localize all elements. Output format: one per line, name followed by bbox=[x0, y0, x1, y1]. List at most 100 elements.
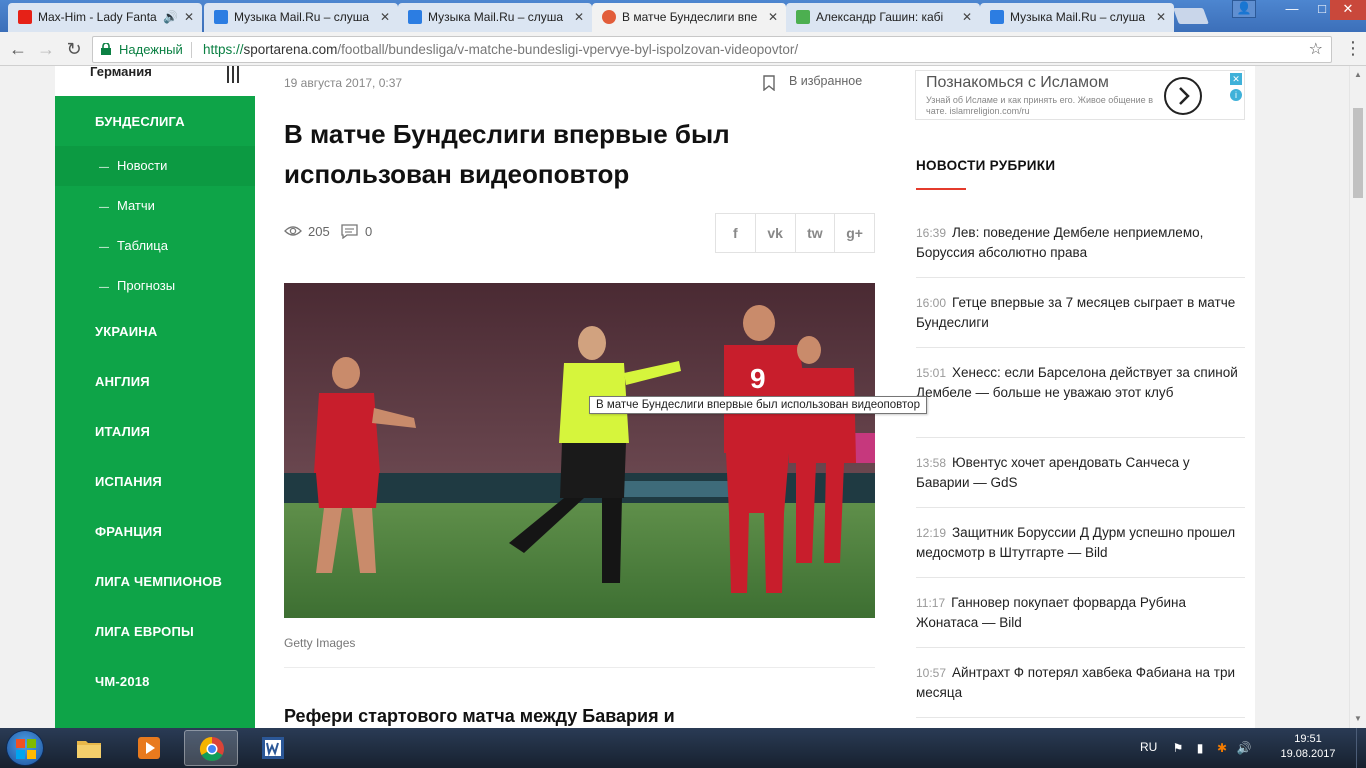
news-time: 15:01 bbox=[916, 366, 947, 380]
close-window-button[interactable]: ✕ bbox=[1330, 0, 1366, 20]
network-icon[interactable]: ▮ bbox=[1192, 741, 1208, 755]
ad-info-icon[interactable]: i bbox=[1230, 89, 1242, 101]
forward-arrow-icon[interactable]: → bbox=[34, 37, 58, 61]
tab-sportarena[interactable]: В матче Бундеслиги впе ✕ bbox=[592, 3, 786, 32]
news-item[interactable]: 16:39 Лев: поведение Дембеле неприемлемо,… bbox=[916, 208, 1245, 278]
facebook-share-button[interactable]: f bbox=[716, 214, 756, 252]
news-headline[interactable]: Ганновер покупает форварда Рубина Жоната… bbox=[916, 595, 1186, 630]
add-to-favorites-link[interactable]: В избранное bbox=[763, 74, 862, 91]
close-icon[interactable]: ✕ bbox=[574, 3, 584, 31]
country-selector[interactable]: Германия bbox=[55, 66, 255, 96]
nav-sub-news[interactable]: Новости bbox=[55, 146, 255, 186]
nav-england[interactable]: АНГЛИЯ bbox=[95, 374, 255, 389]
nav-spain[interactable]: ИСПАНИЯ bbox=[95, 474, 255, 489]
close-icon[interactable]: ✕ bbox=[184, 3, 194, 31]
tab-mail-music-1[interactable]: Музыка Mail.Ru – слуша ✕ bbox=[204, 3, 398, 32]
tab-mail-music-2[interactable]: Музыка Mail.Ru – слуша ✕ bbox=[398, 3, 592, 32]
scroll-up-arrow-icon[interactable]: ▲ bbox=[1353, 70, 1363, 79]
news-headline[interactable]: Гетце впервые за 7 месяцев сыграет в мат… bbox=[916, 295, 1235, 330]
reload-icon[interactable]: ↻ bbox=[62, 37, 86, 61]
comments-count: 0 bbox=[365, 224, 373, 239]
tab-gashin[interactable]: Александр Гашин: кабі ✕ bbox=[786, 3, 980, 32]
news-item[interactable]: 15:01 Хенесс: если Барселона действует за… bbox=[916, 348, 1245, 438]
media-player-taskbar-button[interactable] bbox=[122, 730, 176, 766]
scroll-down-arrow-icon[interactable]: ▼ bbox=[1353, 714, 1363, 723]
volume-icon[interactable]: 🔊 bbox=[1236, 741, 1252, 755]
article-photo: 9 bbox=[284, 283, 875, 618]
system-clock[interactable]: 19:51 19.08.2017 bbox=[1278, 732, 1338, 762]
nav-bundesliga[interactable]: БУНДЕСЛИГА bbox=[95, 114, 255, 129]
tab-mail-music-3[interactable]: Музыка Mail.Ru – слуша ✕ bbox=[980, 3, 1174, 32]
news-headline[interactable]: Айнтрахт Ф потерял хавбека Фабиана на тр… bbox=[916, 665, 1235, 700]
twitter-share-button[interactable]: tw bbox=[796, 214, 836, 252]
folder-icon bbox=[77, 741, 101, 758]
explorer-taskbar-button[interactable] bbox=[62, 730, 116, 766]
browser-menu-icon[interactable]: ⋮ bbox=[1344, 38, 1362, 60]
news-item[interactable]: 11:17 Ганновер покупает форварда Рубина Ж… bbox=[916, 578, 1245, 648]
news-item[interactable]: 16:00 Гетце впервые за 7 месяцев сыграет … bbox=[916, 278, 1245, 348]
word-icon bbox=[262, 737, 284, 759]
back-arrow-icon[interactable]: ← bbox=[6, 37, 30, 61]
tab-youtube[interactable]: Max-Him - Lady Fanta 🔊 ✕ bbox=[8, 3, 202, 32]
news-time: 11:17 bbox=[916, 596, 946, 610]
heading-accent-bar bbox=[916, 188, 966, 190]
flag-icon[interactable]: ⚑ bbox=[1170, 741, 1186, 755]
news-headline[interactable]: Лев: поведение Дембеле неприемлемо, Бору… bbox=[916, 225, 1203, 260]
nav-ukraine[interactable]: УКРАИНА bbox=[95, 324, 255, 339]
nav-france[interactable]: ФРАНЦИЯ bbox=[95, 524, 255, 539]
ad-banner[interactable]: Познакомься с Исламом Узнай об Исламе и … bbox=[915, 70, 1245, 120]
share-buttons: f vk tw g+ bbox=[715, 213, 875, 253]
nav-sub-predictions[interactable]: Прогнозы bbox=[55, 266, 255, 306]
ad-domain: islamreligion.com/ru bbox=[949, 106, 1030, 116]
word-taskbar-button[interactable] bbox=[246, 730, 300, 766]
nav-world-cup-2018[interactable]: ЧМ-2018 bbox=[95, 674, 255, 689]
svg-text:9: 9 bbox=[750, 363, 766, 394]
close-icon[interactable]: ✕ bbox=[1156, 3, 1166, 31]
ad-close-icon[interactable]: ✕ bbox=[1230, 73, 1242, 85]
menu-bars-icon[interactable] bbox=[227, 66, 241, 84]
chevron-right-icon[interactable] bbox=[1164, 77, 1202, 115]
nav-sub-table[interactable]: Таблица bbox=[55, 226, 255, 266]
avast-icon[interactable]: ✱ bbox=[1214, 741, 1230, 755]
nav-champions-league[interactable]: ЛИГА ЧЕМПИОНОВ bbox=[95, 574, 255, 589]
nav-italy[interactable]: ИТАЛИЯ bbox=[95, 424, 255, 439]
vk-share-button[interactable]: vk bbox=[756, 214, 796, 252]
news-time: 10:57 bbox=[916, 666, 947, 680]
page-scrollbar[interactable]: ▲ ▼ bbox=[1349, 66, 1366, 728]
nav-europa-league[interactable]: ЛИГА ЕВРОПЫ bbox=[95, 624, 255, 639]
green-page-icon bbox=[796, 10, 810, 24]
news-item[interactable]: 12:19 Защитник Боруссии Д Дурм успешно пр… bbox=[916, 508, 1245, 578]
views-count: 205 bbox=[308, 224, 330, 239]
url-text[interactable]: https://sportarena.com/football/bundesli… bbox=[203, 37, 798, 62]
user-profile-icon[interactable]: 👤 bbox=[1232, 0, 1256, 18]
address-bar[interactable]: Надежный https://sportarena.com/football… bbox=[92, 36, 1332, 63]
close-icon[interactable]: ✕ bbox=[380, 3, 390, 31]
lock-icon bbox=[101, 43, 111, 55]
article-lead: Рефери стартового матча между Бавария и bbox=[284, 706, 675, 726]
ad-subtitle: Узнай об Исламе и как принять его. Живое… bbox=[926, 95, 1166, 117]
rubric-news-list: 16:39 Лев: поведение Дембеле неприемлемо,… bbox=[916, 208, 1245, 718]
speaker-icon[interactable]: 🔊 bbox=[163, 3, 178, 31]
rubric-news-heading: НОВОСТИ РУБРИКИ bbox=[916, 158, 1056, 173]
google-plus-share-button[interactable]: g+ bbox=[835, 214, 874, 252]
news-headline[interactable]: Хенесс: если Барселона действует за спин… bbox=[916, 365, 1238, 400]
scrollbar-thumb[interactable] bbox=[1353, 108, 1363, 198]
show-desktop-button[interactable] bbox=[1356, 728, 1366, 768]
windows-logo-icon bbox=[16, 739, 36, 759]
browser-tab-strip: Max-Him - Lady Fanta 🔊 ✕ Музыка Mail.Ru … bbox=[0, 0, 1366, 32]
input-language-indicator[interactable]: RU bbox=[1140, 740, 1157, 754]
start-button[interactable] bbox=[6, 730, 44, 766]
news-item[interactable]: 10:57 Айнтрахт Ф потерял хавбека Фабиана … bbox=[916, 648, 1245, 718]
news-item[interactable]: 13:58 Ювентус хочет арендовать Санчеса у … bbox=[916, 438, 1245, 508]
nav-sub-matches[interactable]: Матчи bbox=[55, 186, 255, 226]
bookmark-star-icon[interactable]: ☆ bbox=[1309, 37, 1323, 62]
new-tab-button[interactable] bbox=[1173, 8, 1209, 24]
image-tooltip: В матче Бундеслиги впервые был использов… bbox=[589, 396, 927, 414]
chrome-taskbar-button[interactable] bbox=[184, 730, 238, 766]
news-headline[interactable]: Защитник Боруссии Д Дурм успешно прошел … bbox=[916, 525, 1235, 560]
close-icon[interactable]: ✕ bbox=[768, 3, 778, 31]
close-icon[interactable]: ✕ bbox=[962, 3, 972, 31]
photo-caption: Getty Images bbox=[284, 636, 356, 650]
news-headline[interactable]: Ювентус хочет арендовать Санчеса у Бавар… bbox=[916, 455, 1190, 490]
eye-icon bbox=[284, 226, 302, 236]
